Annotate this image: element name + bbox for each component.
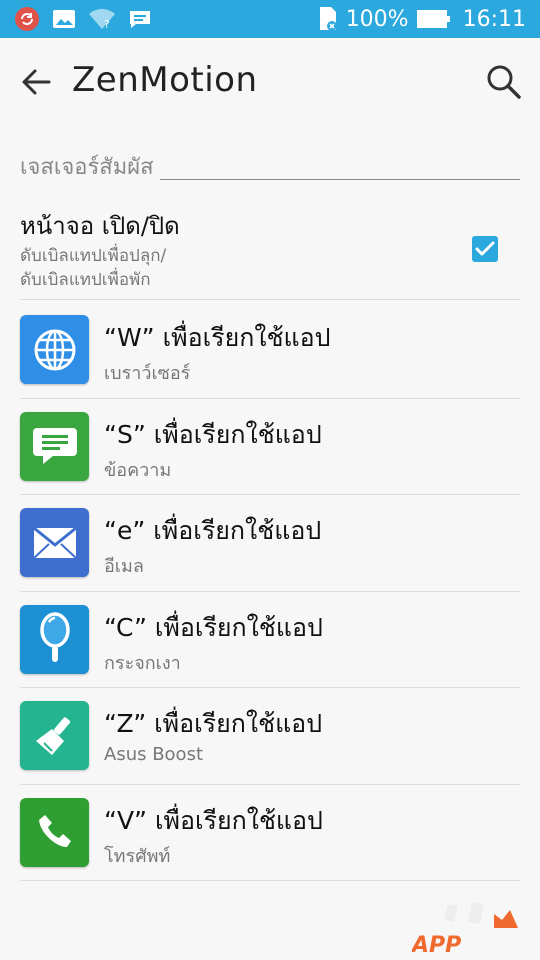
chat-notification-icon	[130, 11, 150, 28]
message-icon	[32, 428, 77, 464]
messages-app-icon	[20, 411, 89, 481]
watermark-logo: APP	[412, 902, 518, 956]
globe-icon	[34, 329, 75, 370]
asus-boost-app-icon	[20, 701, 89, 770]
watermark-text: APP	[412, 933, 461, 956]
battery-percent: 100%	[345, 6, 409, 32]
gallery-icon	[53, 10, 75, 28]
phone-app-icon	[20, 797, 89, 867]
toggle-title: หน้าจอ เปิด/ปิด	[20, 212, 180, 240]
gesture-app-name: ข้อความ	[104, 459, 172, 481]
gesture-title: “e” เพื่อเรียกใช้แอป	[104, 516, 322, 545]
gesture-app-name: เบราว์เซอร์	[104, 363, 191, 384]
gesture-app-name: อีเมล	[104, 556, 144, 577]
mail-icon	[32, 526, 77, 559]
gesture-title: “S” เพื่อเรียกใช้แอป	[104, 419, 322, 449]
screen-toggle-row[interactable]: หน้าจอ เปิด/ปิด ดับเบิลแทปเพื่อปลุก/ ดับ…	[20, 202, 520, 300]
gesture-app-name: กระจกเงา	[104, 652, 181, 674]
email-app-icon	[20, 508, 89, 577]
gesture-list: “W” เพื่อเรียกใช้แอป เบราว์เซอร์ “S” เพื…	[20, 302, 520, 881]
gesture-row-s[interactable]: “S” เพื่อเรียกใช้แอป ข้อความ	[20, 399, 520, 495]
status-bar: ? 100% 16:11	[0, 0, 540, 38]
battery-icon	[416, 10, 450, 28]
gesture-app-name: โทรศัพท์	[104, 845, 171, 867]
gesture-app-name: Asus Boost	[104, 744, 204, 765]
gesture-title: “C” เพื่อเรียกใช้แอป	[104, 612, 323, 642]
section-header: เจสเจอร์สัมผัส	[20, 152, 520, 184]
toggle-subtitle-line1: ดับเบิลแทปเพื่อปลุก/	[20, 246, 167, 266]
section-title: เจสเจอร์สัมผัส	[20, 155, 154, 180]
phone-icon	[38, 815, 71, 847]
toggle-checkbox[interactable]	[472, 236, 498, 262]
gesture-row-z[interactable]: “Z” เพื่อเรียกใช้แอป Asus Boost	[20, 688, 520, 785]
page-title: ZenMotion	[72, 60, 258, 100]
back-button[interactable]	[14, 60, 58, 104]
browser-app-icon	[20, 315, 89, 384]
gesture-title: “Z” เพื่อเรียกใช้แอป	[104, 709, 323, 738]
toggle-subtitle: ดับเบิลแทปเพื่อปลุก/ ดับเบิลแทปเพื่อพัก	[20, 244, 400, 292]
sync-icon	[15, 7, 39, 31]
broom-icon	[35, 716, 70, 755]
clock: 16:11	[462, 6, 526, 32]
checkmark-icon	[475, 241, 495, 256]
search-button[interactable]	[482, 60, 526, 104]
sd-card-icon	[319, 7, 337, 31]
arrow-back-icon	[22, 69, 51, 95]
gesture-row-e[interactable]: “e” เพื่อเรียกใช้แอป อีเมล	[20, 495, 520, 592]
wifi-icon: ?	[89, 8, 115, 30]
gesture-row-v[interactable]: “V” เพื่อเรียกใช้แอป โทรศัพท์	[20, 785, 520, 881]
search-icon	[487, 65, 521, 99]
mirror-icon	[39, 612, 70, 662]
app-bar: ZenMotion	[0, 38, 540, 124]
gesture-title: “W” เพื่อเรียกใช้แอป	[104, 323, 331, 352]
mirror-app-icon	[20, 604, 89, 674]
gesture-row-w[interactable]: “W” เพื่อเรียกใช้แอป เบราว์เซอร์	[20, 302, 520, 399]
toggle-subtitle-line2: ดับเบิลแทปเพื่อพัก	[20, 270, 151, 290]
gesture-row-c[interactable]: “C” เพื่อเรียกใช้แอป กระจกเงา	[20, 592, 520, 688]
gesture-title: “V” เพื่อเรียกใช้แอป	[104, 805, 323, 835]
svg-text:?: ?	[104, 18, 110, 30]
section-divider	[159, 179, 520, 180]
